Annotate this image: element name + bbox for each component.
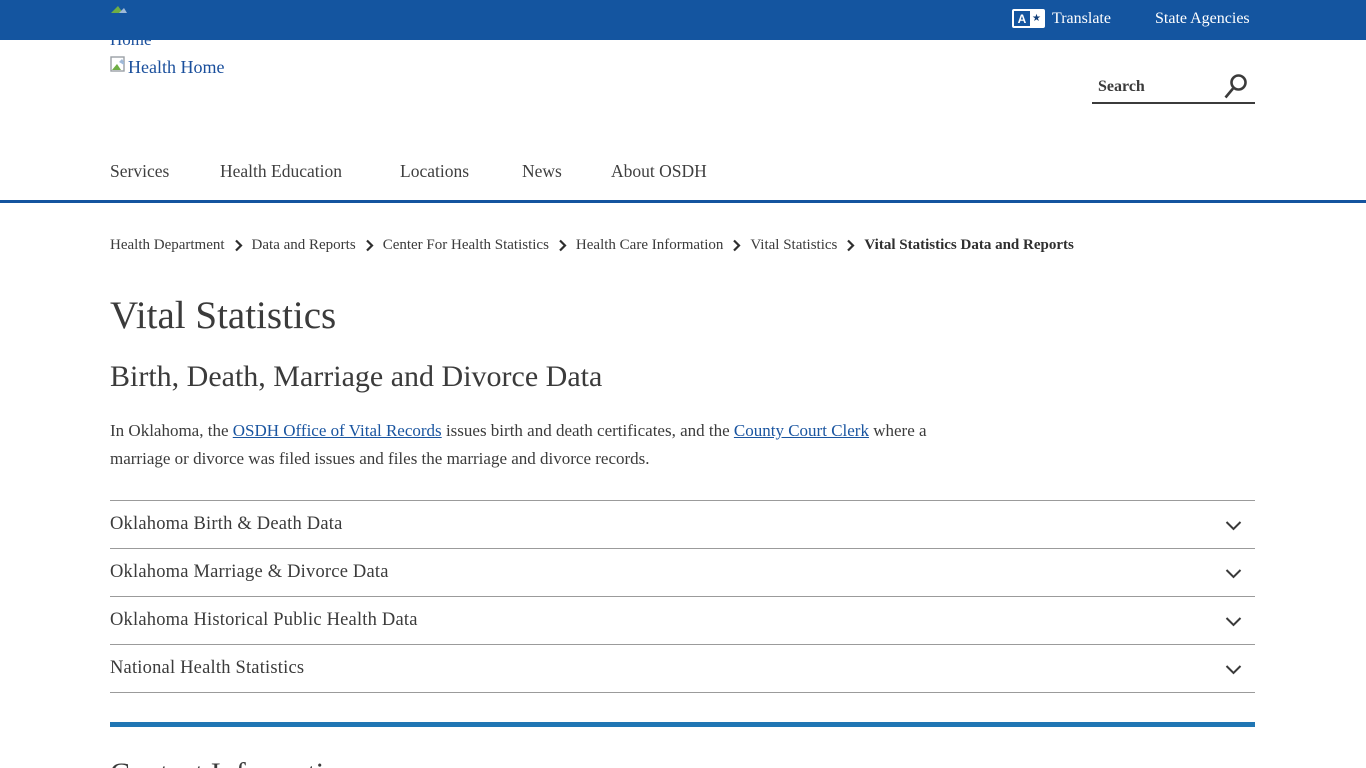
nav-item-locations[interactable]: Locations — [400, 161, 469, 182]
accordion-national-health-statistics[interactable]: National Health Statistics — [110, 644, 1255, 692]
state-agencies-label: State Agencies — [1155, 10, 1250, 28]
breadcrumb-center-for-health-statistics[interactable]: Center For Health Statistics — [383, 237, 549, 254]
search-icon[interactable] — [1222, 73, 1249, 106]
chevron-right-icon — [558, 239, 567, 252]
breadcrumb-health-care-information[interactable]: Health Care Information — [576, 237, 723, 254]
nav-item-services[interactable]: Services — [110, 161, 169, 182]
translate-icon-letter: A — [1014, 11, 1030, 26]
health-home-label: Health Home — [128, 57, 224, 78]
chevron-right-icon — [846, 239, 855, 252]
vital-records-link[interactable]: OSDH Office of Vital Records — [233, 421, 442, 440]
chevron-right-icon — [732, 239, 741, 252]
county-court-clerk-link[interactable]: County Court Clerk — [734, 421, 869, 440]
breadcrumb-current-page: Vital Statistics Data and Reports — [864, 237, 1073, 254]
accordion-historical-public-health-data[interactable]: Oklahoma Historical Public Health Data — [110, 596, 1255, 644]
nav-divider — [0, 200, 1366, 203]
primary-nav: Services Health Education Locations News… — [0, 158, 1366, 200]
search-placeholder: Search — [1098, 78, 1145, 96]
intro-text: In Oklahoma, the — [110, 421, 233, 440]
breadcrumb: Health Department Data and Reports Cente… — [110, 237, 1074, 254]
intro-text: issues birth and death certificates, and… — [442, 421, 734, 440]
state-agencies-link[interactable]: State Agencies — [1155, 10, 1250, 28]
accordion-label: Oklahoma Historical Public Health Data — [110, 610, 418, 631]
accordion-list: Oklahoma Birth & Death Data Oklahoma Mar… — [110, 500, 1255, 693]
translate-icon: A ★ — [1012, 9, 1045, 28]
health-home-link[interactable]: Health Home — [110, 56, 224, 78]
broken-logo-image-icon[interactable] — [110, 0, 128, 18]
accordion-label: Oklahoma Birth & Death Data — [110, 514, 342, 535]
accordion-birth-death-data[interactable]: Oklahoma Birth & Death Data — [110, 500, 1255, 548]
breadcrumb-data-and-reports[interactable]: Data and Reports — [252, 237, 356, 254]
nav-item-about-osdh[interactable]: About OSDH — [611, 161, 707, 182]
chevron-down-icon — [1225, 566, 1242, 584]
accordion-label: National Health Statistics — [110, 658, 304, 679]
breadcrumb-vital-statistics[interactable]: Vital Statistics — [750, 237, 837, 254]
page-title: Vital Statistics — [110, 293, 336, 338]
accordion-label: Oklahoma Marriage & Divorce Data — [110, 562, 389, 583]
nav-item-health-education[interactable]: Health Education — [220, 161, 342, 182]
translate-label: Translate — [1052, 10, 1111, 28]
chevron-right-icon — [365, 239, 374, 252]
nav-item-news[interactable]: News — [522, 161, 562, 182]
translate-button[interactable]: A ★ Translate — [1012, 9, 1111, 28]
search-input[interactable]: Search — [1092, 72, 1255, 104]
chevron-down-icon — [1225, 662, 1242, 680]
intro-paragraph: In Oklahoma, the OSDH Office of Vital Re… — [110, 417, 928, 473]
utility-topbar: A ★ Translate State Agencies — [0, 0, 1366, 40]
broken-image-icon — [110, 56, 127, 78]
chevron-down-icon — [1225, 518, 1242, 536]
page-subtitle: Birth, Death, Marriage and Divorce Data — [110, 360, 602, 394]
breadcrumb-health-department[interactable]: Health Department — [110, 237, 225, 254]
accordion-marriage-divorce-data[interactable]: Oklahoma Marriage & Divorce Data — [110, 548, 1255, 596]
chevron-right-icon — [234, 239, 243, 252]
contact-information-heading: Contact Information — [110, 757, 354, 768]
section-divider — [110, 722, 1255, 727]
translate-icon-star: ★ — [1030, 11, 1043, 26]
chevron-down-icon — [1225, 614, 1242, 632]
